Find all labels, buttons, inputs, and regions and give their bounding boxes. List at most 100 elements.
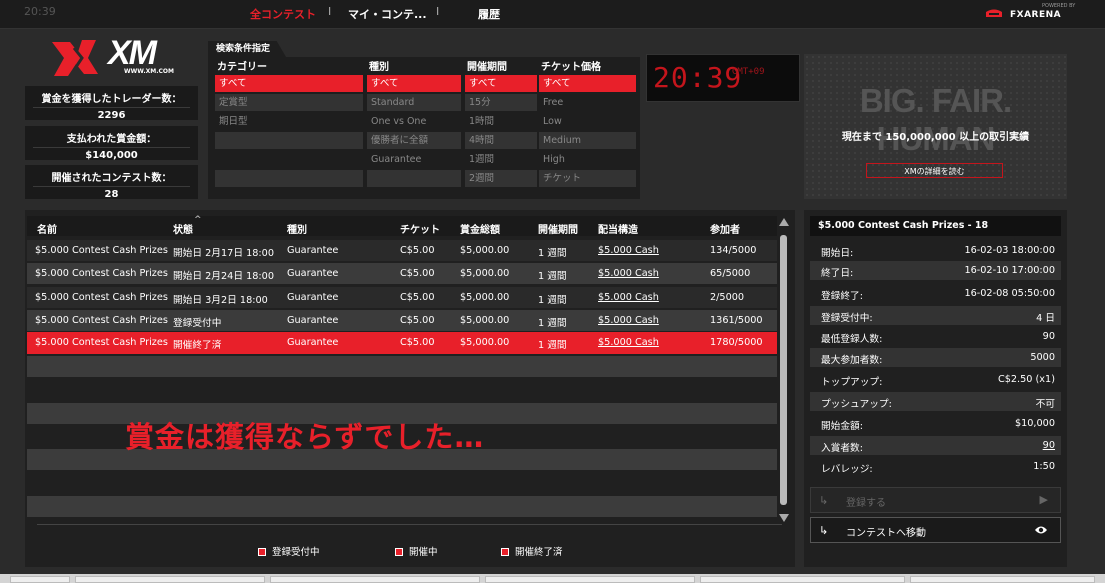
powered-by-label: POWERED BY bbox=[1042, 3, 1076, 9]
scroll-down-icon[interactable] bbox=[779, 514, 789, 522]
read-more-button[interactable]: XMの詳細を読む bbox=[866, 163, 1003, 178]
legend-swatch-icon bbox=[501, 548, 509, 556]
cell-payout-link[interactable]: $5.000 Cash bbox=[598, 292, 659, 303]
winners-link[interactable]: 90 bbox=[1043, 440, 1055, 451]
filter-option[interactable]: 4時間 bbox=[465, 132, 537, 149]
filter-option[interactable]: Free bbox=[539, 94, 636, 111]
cell-ticket: C$5.00 bbox=[400, 268, 435, 279]
detail-row: 最大参加者数: 5000 bbox=[810, 348, 1061, 367]
col-header-payout[interactable]: 配当構造 bbox=[598, 221, 638, 236]
stat-divider bbox=[33, 147, 190, 148]
filter-option[interactable]: すべて bbox=[465, 75, 537, 92]
cell-period: 1 週間 bbox=[538, 340, 567, 351]
taskbar-item[interactable] bbox=[270, 576, 480, 583]
taskbar-item[interactable] bbox=[75, 576, 265, 583]
filter-tab[interactable]: 検索条件指定 bbox=[208, 41, 287, 57]
detail-title: $5.000 Contest Cash Prizes - 18 bbox=[810, 216, 1061, 236]
stat-label: 支払われた賞金額： bbox=[66, 134, 157, 145]
scrollbar[interactable] bbox=[779, 218, 789, 526]
logo-url: WWW.XM.COM bbox=[124, 68, 174, 75]
filter-option[interactable]: 1週間 bbox=[465, 151, 537, 168]
detail-row: 開始金額: $10,000 bbox=[821, 418, 1055, 432]
filter-option[interactable]: 15分 bbox=[465, 94, 537, 111]
taskbar-item[interactable] bbox=[910, 576, 1095, 583]
cell-type: Guarantee bbox=[287, 268, 339, 279]
detail-row: 登録終了: 16-02-08 05:50:00 bbox=[821, 288, 1055, 302]
filter-panel: カテゴリー すべて 定賞型 期日型 種別 すべて Standard One vs… bbox=[208, 57, 640, 199]
banner-title: BIG. FAIR. HUMAN bbox=[859, 82, 1012, 157]
filter-option[interactable]: 優勝者に全額 bbox=[367, 132, 461, 149]
filter-option[interactable]: One vs One bbox=[367, 113, 461, 130]
filter-header: カテゴリー bbox=[217, 62, 267, 73]
stat-label: 開催されたコンテスト数： bbox=[51, 173, 172, 184]
filter-option[interactable]: すべて bbox=[215, 75, 363, 92]
cell-status: 登録受付中 bbox=[173, 318, 222, 329]
register-button[interactable]: ↳ 登録する ▶ bbox=[810, 487, 1061, 513]
filter-option[interactable]: 2週間 bbox=[465, 170, 537, 187]
legend-swatch-icon bbox=[395, 548, 403, 556]
filter-option[interactable]: Guarantee bbox=[367, 151, 461, 168]
table-row[interactable]: $5.000 Contest Cash Prizes 開始日 2月17日 18:… bbox=[27, 240, 777, 261]
col-header-name[interactable]: 名前 bbox=[37, 221, 57, 236]
col-header-ticket[interactable]: チケット bbox=[400, 221, 440, 236]
col-header-participants[interactable]: 参加者 bbox=[710, 221, 740, 236]
tab-my-contests[interactable]: マイ・コンテ... bbox=[348, 6, 427, 22]
filter-option[interactable]: 期日型 bbox=[215, 113, 363, 130]
filter-option[interactable]: 定賞型 bbox=[215, 94, 363, 111]
legend-finished: 開催終了済 bbox=[501, 544, 563, 558]
col-header-prize[interactable]: 賞金総額 bbox=[460, 221, 500, 236]
filter-option[interactable]: Medium bbox=[539, 132, 636, 149]
filter-option[interactable]: すべて bbox=[539, 75, 636, 92]
cell-ticket: C$5.00 bbox=[400, 315, 435, 326]
taskbar-item[interactable] bbox=[485, 576, 695, 583]
cell-name: $5.000 Contest Cash Prizes bbox=[35, 292, 168, 303]
cell-type: Guarantee bbox=[287, 337, 339, 348]
filter-option[interactable]: すべて bbox=[367, 75, 461, 92]
col-header-period[interactable]: 開催期間 bbox=[538, 221, 578, 236]
filter-option[interactable]: Low bbox=[539, 113, 636, 130]
taskbar-item[interactable] bbox=[700, 576, 905, 583]
legend-in-progress: 開催中 bbox=[395, 544, 438, 558]
detail-row: プッシュアップ: 不可 bbox=[810, 392, 1061, 411]
filter-option[interactable]: Standard bbox=[367, 94, 461, 111]
filter-option-empty bbox=[367, 170, 461, 187]
tab-history[interactable]: 履歴 bbox=[478, 6, 500, 22]
tab-all-contests[interactable]: 全コンテスト bbox=[250, 6, 316, 22]
cell-payout-link[interactable]: $5.000 Cash bbox=[598, 315, 659, 326]
stat-value: $140,000 bbox=[85, 150, 138, 161]
go-to-contest-button[interactable]: ↳ コンテストへ移動 bbox=[810, 517, 1061, 543]
cell-status: 開始日 3月2日 18:00 bbox=[173, 295, 268, 306]
cell-name: $5.000 Contest Cash Prizes bbox=[35, 337, 168, 348]
top-bar: 20:39 全コンテスト I マイ・コンテ... I 履歴 FXARENA PO… bbox=[0, 0, 1105, 29]
taskbar-item[interactable] bbox=[10, 576, 70, 583]
stat-divider bbox=[33, 107, 190, 108]
clock-display: 20:39 bbox=[24, 5, 56, 18]
cell-prize: $5,000.00 bbox=[460, 268, 510, 279]
cell-name: $5.000 Contest Cash Prizes bbox=[35, 315, 168, 326]
eye-icon bbox=[1035, 526, 1047, 534]
cell-payout-link[interactable]: $5.000 Cash bbox=[598, 245, 659, 256]
enter-arrow-icon: ↳ bbox=[819, 524, 829, 537]
taskbar bbox=[0, 574, 1105, 583]
scroll-up-icon[interactable] bbox=[779, 218, 789, 226]
banner-subtitle: 現在まで 150,000,000 以上の取引実績 bbox=[841, 132, 1030, 143]
cell-payout-link[interactable]: $5.000 Cash bbox=[598, 268, 659, 279]
cell-period: 1 週間 bbox=[538, 295, 567, 306]
cell-payout-link[interactable]: $5.000 Cash bbox=[598, 337, 659, 348]
table-row[interactable]: $5.000 Contest Cash Prizes 登録受付中 Guarant… bbox=[27, 310, 777, 331]
filter-option[interactable]: 1時間 bbox=[465, 113, 537, 130]
table-row[interactable]: $5.000 Contest Cash Prizes 開始日 3月2日 18:0… bbox=[27, 287, 777, 308]
filter-option[interactable]: チケット bbox=[539, 170, 636, 187]
table-row-selected[interactable]: $5.000 Contest Cash Prizes 開催終了済 Guarant… bbox=[27, 332, 777, 354]
scroll-thumb[interactable] bbox=[780, 235, 787, 505]
cell-prize: $5,000.00 bbox=[460, 337, 510, 348]
col-header-type[interactable]: 種別 bbox=[287, 221, 307, 236]
filter-option[interactable]: High bbox=[539, 151, 636, 168]
detail-row: 登録受付中: 4 日 bbox=[810, 306, 1061, 325]
col-header-status[interactable]: 状態 bbox=[173, 221, 193, 236]
filter-type: 種別 すべて Standard One vs One 優勝者に全額 Guaran… bbox=[367, 61, 461, 189]
fxarena-logo-icon bbox=[986, 9, 1002, 17]
filter-option-empty bbox=[215, 151, 363, 168]
detail-row: レバレッジ: 1:50 bbox=[821, 461, 1055, 475]
table-row[interactable]: $5.000 Contest Cash Prizes 開始日 2月24日 18:… bbox=[27, 263, 777, 284]
